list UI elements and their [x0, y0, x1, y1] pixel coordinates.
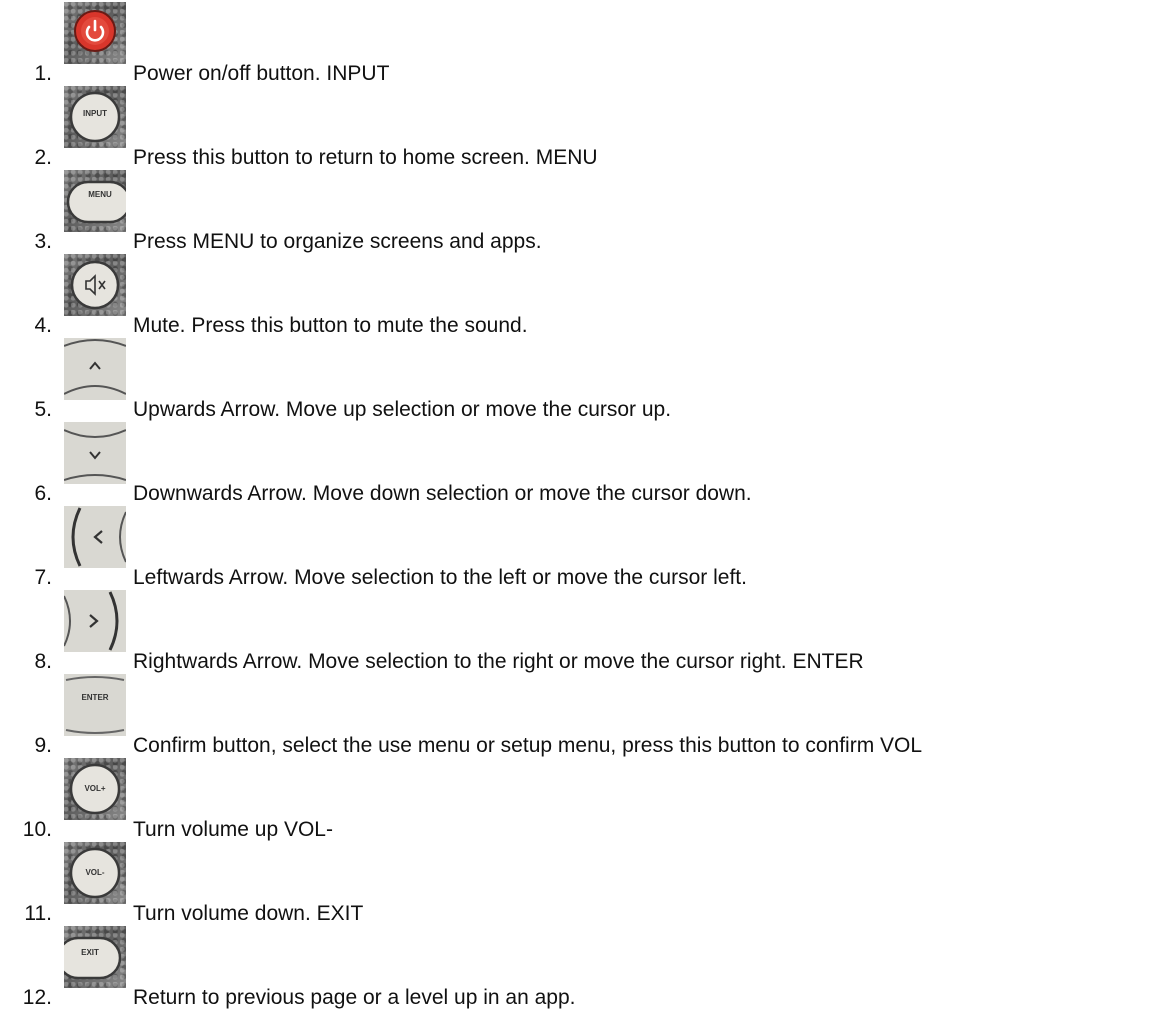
exit-button-icon: EXIT — [64, 926, 126, 988]
power-button-icon — [64, 2, 126, 64]
list-item: 8. Rightwards Arrow. Move selection to t… — [0, 590, 1154, 674]
input-button-icon: INPUT — [64, 86, 126, 148]
volume-down-button-label: VOL- — [85, 868, 104, 877]
right-arrow-button-icon — [64, 590, 126, 652]
item-description: Downwards Arrow. Move down selection or … — [133, 482, 752, 505]
list-item: 3. MENU Press MENU to organize screens a… — [0, 170, 1154, 254]
list-item: 5. Upwards Arrow. Move up selection or m… — [0, 338, 1154, 422]
list-item: 11. VOL- Turn volume down. EXIT — [0, 842, 1154, 926]
item-number: 2. — [34, 146, 52, 169]
item-description: Turn volume down. EXIT — [133, 902, 364, 925]
list-item: 12. EXIT Return to previous page or a le… — [0, 926, 1154, 1010]
item-description: Rightwards Arrow. Move selection to the … — [133, 650, 864, 673]
down-arrow-button-icon — [64, 422, 126, 484]
item-number: 11. — [24, 902, 52, 925]
item-description: Power on/off button. INPUT — [133, 62, 390, 85]
volume-up-button-icon: VOL+ — [64, 758, 126, 820]
menu-button-label: MENU — [88, 190, 112, 199]
enter-button-icon: ENTER — [64, 674, 126, 736]
item-number: 4. — [34, 314, 52, 337]
list-item: 7. Leftwards Arrow. Move selection to th… — [0, 506, 1154, 590]
list-item: 10. VOL+ Turn volume up VOL- — [0, 758, 1154, 842]
exit-button-label: EXIT — [81, 948, 99, 957]
left-arrow-button-icon — [64, 506, 126, 568]
enter-button-label: ENTER — [81, 693, 108, 702]
list-item: 2. INPUT Press this button to return to … — [0, 86, 1154, 170]
item-description: Turn volume up VOL- — [133, 818, 333, 841]
item-number: 1. — [34, 62, 52, 85]
item-description: Return to previous page or a level up in… — [133, 986, 576, 1009]
item-description: Mute. Press this button to mute the soun… — [133, 314, 528, 337]
item-number: 10. — [22, 818, 52, 841]
item-number: 3. — [34, 230, 52, 253]
item-number: 12. — [22, 986, 52, 1009]
list-item: 4. Mute. Press this button to mute the s… — [0, 254, 1154, 338]
item-description: Leftwards Arrow. Move selection to the l… — [133, 566, 747, 589]
item-number: 6. — [34, 482, 52, 505]
list-item: 1. Power on/off button. INPUT — [0, 2, 1154, 86]
list-item: 9. ENTER Confirm button, select the use … — [0, 674, 1154, 758]
menu-button-icon: MENU — [64, 170, 126, 232]
input-button-label: INPUT — [83, 109, 107, 118]
list-item: 6. Downwards Arrow. Move down selection … — [0, 422, 1154, 506]
item-description: Confirm button, select the use menu or s… — [133, 734, 923, 757]
volume-up-button-label: VOL+ — [84, 784, 105, 793]
item-description: Press this button to return to home scre… — [133, 146, 598, 169]
mute-button-icon — [64, 254, 126, 316]
volume-down-button-icon: VOL- — [64, 842, 126, 904]
up-arrow-button-icon — [64, 338, 126, 400]
item-description: Press MENU to organize screens and apps. — [133, 230, 542, 253]
item-number: 5. — [34, 398, 52, 421]
item-description: Upwards Arrow. Move up selection or move… — [133, 398, 672, 421]
item-number: 8. — [34, 650, 52, 673]
item-number: 9. — [34, 734, 52, 757]
item-number: 7. — [34, 566, 52, 589]
